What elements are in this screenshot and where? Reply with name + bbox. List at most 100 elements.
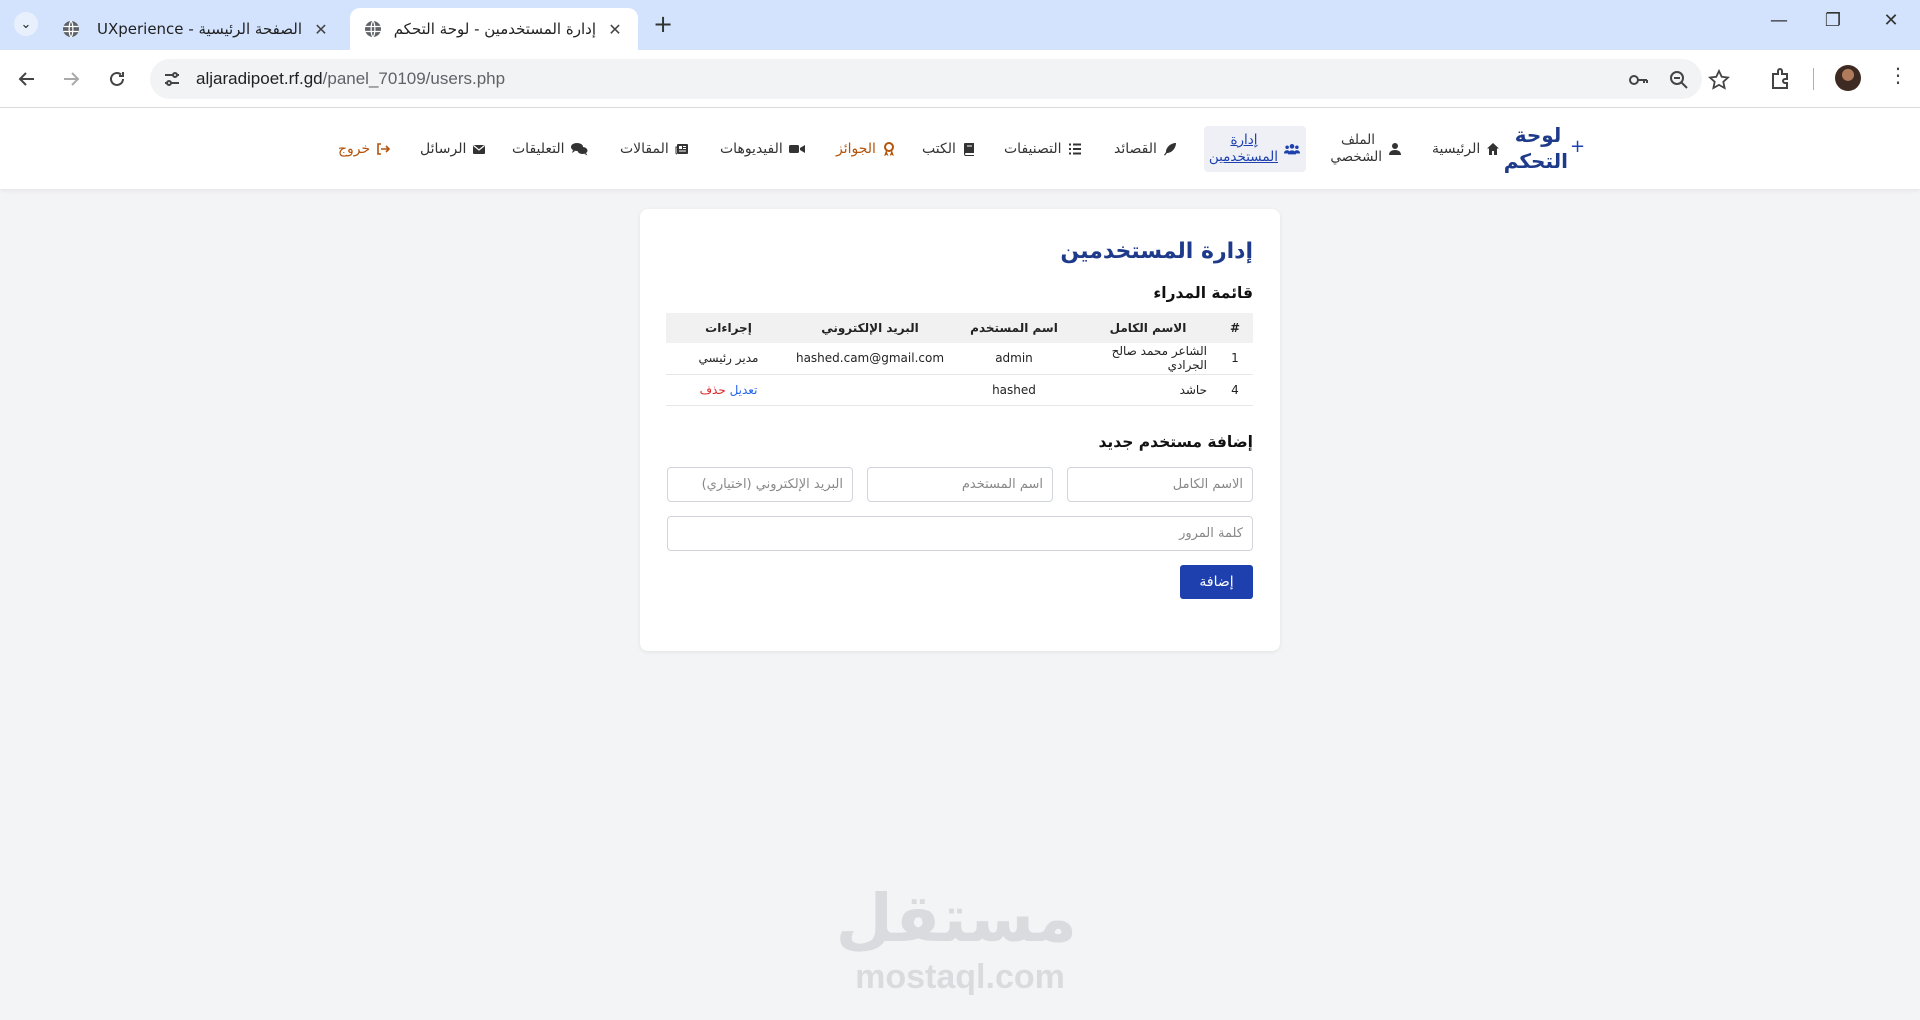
cell-email: hashed.cam@gmail.com — [791, 343, 949, 375]
forward-arrow-icon — [64, 72, 80, 86]
nav-users[interactable]: إدارة المستخدمين — [1204, 126, 1306, 172]
address-bar[interactable]: aljaradipoet.rf.gd/panel_70109/users.php — [150, 59, 1730, 99]
password-key-icon[interactable] — [1627, 69, 1649, 91]
nav-comments[interactable]: التعليقات — [512, 126, 588, 172]
full-name-input[interactable]: الاسم الكامل — [1067, 467, 1253, 502]
users-card: إدارة المستخدمين قائمة المدراء # الاسم ا… — [640, 209, 1280, 651]
browser-toolbar: aljaradipoet.rf.gd/panel_70109/users.php… — [0, 50, 1920, 108]
window-close-button[interactable]: ✕ — [1876, 10, 1906, 31]
reload-button[interactable] — [102, 64, 132, 94]
table-row: 1 الشاعر محمد صالح الجرادي admin hashed.… — [666, 343, 1253, 375]
browser-menu-icon[interactable]: ⋮ — [1888, 63, 1908, 87]
nav-label: التعليقات — [512, 141, 565, 157]
tab-close-icon[interactable]: ✕ — [606, 20, 624, 39]
column-header-actions: إجراءات — [666, 313, 791, 343]
users-icon — [1284, 144, 1300, 155]
back-button[interactable] — [12, 64, 42, 94]
nav-logout[interactable]: خروج — [338, 126, 391, 172]
nav-label: الملف الشخصي — [1330, 132, 1382, 165]
url-path: /panel_70109/users.php — [322, 69, 506, 88]
bookmark-star-icon[interactable] — [1708, 69, 1730, 91]
logout-icon — [377, 143, 391, 155]
users-table: # الاسم الكامل اسم المستخدم البريد الإلك… — [666, 313, 1253, 406]
cell-actions: تعديل حذف — [666, 374, 791, 406]
cell-full-name: حاشد — [1079, 374, 1217, 406]
comments-icon — [570, 143, 588, 156]
minimize-button[interactable]: — — [1764, 10, 1794, 31]
watermark-latin: mostaql.com — [855, 958, 1065, 996]
nav-label: إدارة المستخدمين — [1208, 132, 1278, 165]
restore-button[interactable]: ❐ — [1818, 10, 1848, 31]
cell-id: 4 — [1217, 374, 1253, 406]
nav-books[interactable]: الكتب — [922, 126, 976, 172]
cell-action-note: مدير رئيسي — [666, 343, 791, 375]
column-header-username: اسم المستخدم — [949, 313, 1079, 343]
nav-awards[interactable]: الجوائز — [836, 126, 896, 172]
nav-label: الجوائز — [836, 141, 876, 157]
site-info-icon[interactable] — [162, 69, 182, 89]
browser-tab-users[interactable]: إدارة المستخدمين - لوحة التحكم ✕ — [350, 8, 638, 50]
nav-home[interactable]: الرئيسية — [1432, 126, 1500, 172]
book-icon — [963, 143, 974, 156]
browser-tab-home[interactable]: الصفحة الرئيسية - UXperience ✕ — [48, 8, 344, 50]
url-host: aljaradipoet.rf.gd — [196, 69, 323, 88]
cell-id: 1 — [1217, 343, 1253, 375]
watermark-arabic: مستقل — [835, 880, 1079, 957]
user-icon — [1389, 143, 1401, 155]
add-user-section-title: إضافة مستخدم جديد — [1098, 433, 1253, 451]
edit-link[interactable]: تعديل — [730, 383, 758, 397]
admins-section-title: قائمة المدراء — [1153, 284, 1253, 302]
list-icon — [1068, 143, 1081, 155]
nav-poems[interactable]: القصائد — [1114, 126, 1177, 172]
site-navigation: لوحة التحكم + الرئيسية الملف الشخصي إدار… — [0, 108, 1920, 189]
reload-icon — [110, 71, 124, 86]
table-row: 4 حاشد hashed تعديل حذف — [666, 374, 1253, 406]
globe-icon — [365, 20, 381, 38]
email-input[interactable]: البريد الإلكتروني (اختياري) — [667, 467, 853, 502]
nav-label: الكتب — [922, 141, 956, 157]
new-tab-button[interactable]: + — [650, 10, 676, 38]
nav-label: القصائد — [1114, 141, 1157, 157]
cell-email — [791, 374, 949, 406]
video-icon — [788, 145, 805, 153]
newspaper-icon — [675, 144, 688, 155]
username-input[interactable]: اسم المستخدم — [867, 467, 1053, 502]
zoom-icon[interactable] — [1668, 69, 1690, 91]
home-icon — [1487, 143, 1500, 155]
nav-videos[interactable]: الفيديوهات — [720, 126, 805, 172]
forward-button[interactable] — [56, 64, 86, 94]
nav-categories[interactable]: التصنيفات — [1004, 126, 1082, 172]
globe-icon — [63, 20, 79, 38]
brand-title[interactable]: لوحة التحكم — [1504, 122, 1568, 174]
url-text: aljaradipoet.rf.gd/panel_70109/users.php — [196, 69, 505, 89]
tab-title: إدارة المستخدمين - لوحة التحكم — [393, 20, 596, 38]
column-header-id: # — [1217, 313, 1253, 343]
profile-avatar[interactable] — [1835, 65, 1861, 91]
award-icon — [883, 142, 894, 156]
delete-link[interactable]: حذف — [700, 383, 726, 397]
password-input[interactable]: كلمة المرور — [667, 516, 1253, 551]
column-header-full-name: الاسم الكامل — [1079, 313, 1217, 343]
cell-username: admin — [949, 343, 1079, 375]
nav-label: خروج — [338, 141, 371, 157]
table-header-row: # الاسم الكامل اسم المستخدم البريد الإلك… — [666, 313, 1253, 343]
tab-search-button[interactable]: ⌄ — [14, 12, 38, 36]
nav-profile[interactable]: الملف الشخصي — [1330, 126, 1402, 172]
envelope-icon — [473, 145, 486, 154]
browser-tab-strip: ⌄ الصفحة الرئيسية - UXperience ✕ إدارة ا… — [0, 0, 1920, 50]
nav-label: الرسائل — [420, 141, 467, 157]
tab-close-icon[interactable]: ✕ — [312, 20, 330, 39]
tab-title: الصفحة الرئيسية - UXperience — [96, 20, 302, 38]
feather-icon — [1163, 143, 1176, 156]
nav-articles[interactable]: المقالات — [620, 126, 689, 172]
nav-label: الرئيسية — [1432, 141, 1481, 157]
nav-label: الفيديوهات — [720, 141, 783, 157]
nav-messages[interactable]: الرسائل — [420, 126, 486, 172]
cell-username: hashed — [949, 374, 1079, 406]
column-header-email: البريد الإلكتروني — [791, 313, 949, 343]
extensions-icon[interactable] — [1768, 66, 1794, 92]
add-user-button[interactable]: إضافة — [1180, 565, 1253, 599]
nav-label: المقالات — [620, 141, 669, 157]
brand-plus-icon: + — [1570, 136, 1586, 157]
nav-label: التصنيفات — [1004, 141, 1062, 157]
